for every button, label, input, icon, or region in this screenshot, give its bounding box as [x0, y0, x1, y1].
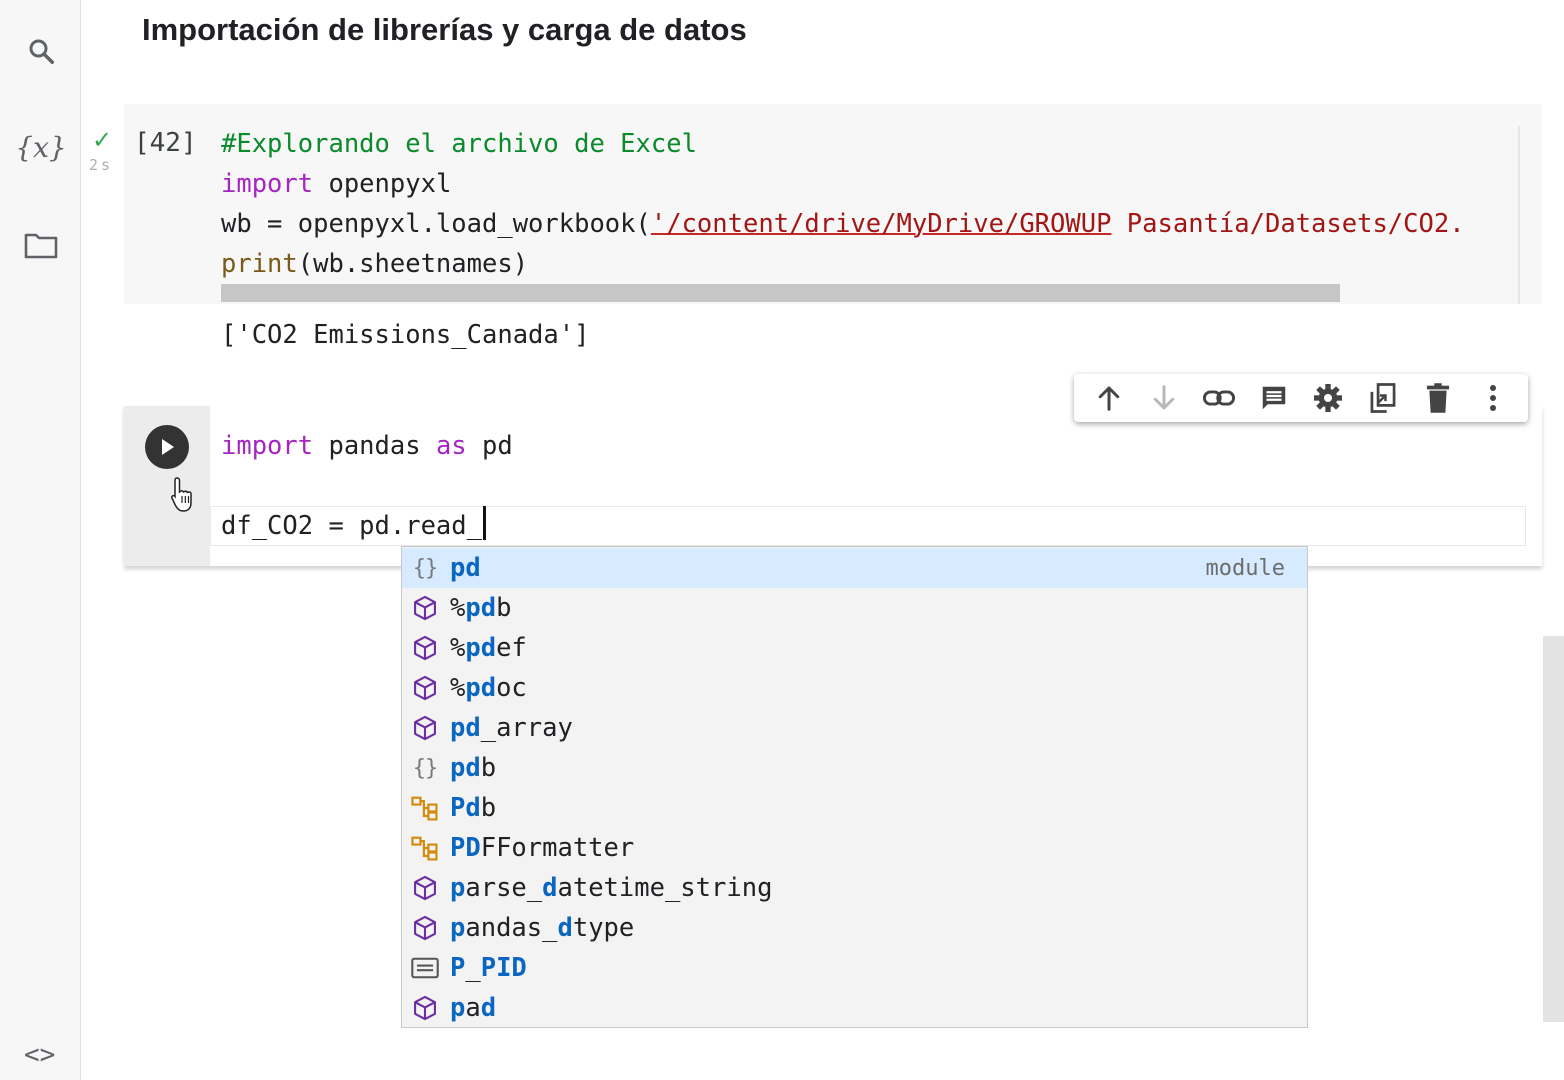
suggestion-label: pdb [450, 753, 497, 783]
method-icon [405, 708, 445, 748]
suggestion-item[interactable]: pad [402, 988, 1307, 1028]
suggestion-item[interactable]: %pdb [402, 588, 1307, 628]
suggestion-item[interactable]: {} pdb [402, 748, 1307, 788]
code-keyword: import [221, 169, 314, 199]
cell-toolbar [1074, 374, 1528, 422]
folder-icon[interactable] [20, 224, 62, 266]
suggestion-label: pad [450, 993, 497, 1023]
play-icon [162, 439, 174, 455]
section-heading: Importación de librerías y carga de dato… [142, 12, 747, 47]
code-snippets-icon[interactable]: <> [24, 1040, 55, 1070]
search-icon[interactable] [20, 30, 62, 72]
check-icon: ✓ [92, 127, 113, 154]
suggestion-item[interactable]: pd_array [402, 708, 1307, 748]
suggestion-item[interactable]: PDFFormatter [402, 828, 1307, 868]
horizontal-scrollbar[interactable] [221, 284, 1340, 302]
code-comment: #Explorando el archivo de Excel [221, 129, 697, 159]
suggestion-item[interactable]: parse_datetime_string [402, 868, 1307, 908]
constant-icon [405, 948, 445, 988]
execution-count: [42] [134, 128, 197, 158]
suggestion-label: pd [450, 553, 481, 583]
code-line-1[interactable]: #Explorando el archivo de Excel [221, 124, 697, 164]
suggestion-label: Pdb [450, 793, 497, 823]
comment-icon[interactable] [1252, 376, 1296, 420]
hand-pointer-cursor [170, 476, 196, 519]
suggestion-label: pandas_dtype [450, 913, 635, 943]
link-icon[interactable] [1197, 376, 1241, 420]
cell2-line-3[interactable]: df_CO2 = pd.read_ [221, 506, 486, 546]
suggestion-label: parse_datetime_string [450, 873, 773, 903]
suggestion-label: P_PID [450, 953, 527, 983]
run-cell-button[interactable] [145, 425, 189, 469]
method-icon [405, 908, 445, 948]
suggestion-item[interactable]: Pdb [402, 788, 1307, 828]
class-icon [405, 828, 445, 868]
code-string: Pasantía/Datasets/CO2. [1111, 209, 1465, 239]
cell-border [1518, 126, 1520, 304]
method-icon [405, 988, 445, 1028]
code-line-4[interactable]: print(wb.sheetnames) [221, 244, 528, 284]
code-keyword: as [435, 431, 467, 461]
vertical-scrollbar[interactable] [1543, 636, 1564, 1022]
code-line-2[interactable]: import openpyxl [221, 164, 451, 204]
delete-icon[interactable] [1416, 376, 1460, 420]
method-icon [405, 668, 445, 708]
settings-icon[interactable] [1306, 376, 1350, 420]
method-icon [405, 868, 445, 908]
suggestion-item[interactable]: {} pd module [402, 548, 1307, 588]
code-text: (wb.sheetnames) [297, 249, 529, 279]
code-text: pandas [313, 431, 436, 461]
move-down-icon[interactable] [1142, 376, 1186, 420]
code-text: pd [466, 431, 513, 461]
suggestion-label: %pdb [450, 593, 512, 623]
suggestion-label: PDFFormatter [450, 833, 635, 863]
cell-output: ['CO2 Emissions_Canada'] [221, 320, 590, 350]
autocomplete-popup: {} pd module %pdb %pdef %pdoc pd_array {} pdb Pdb… [401, 546, 1308, 1028]
suggestion-item[interactable]: pandas_dtype [402, 908, 1307, 948]
suggestion-item[interactable]: %pdoc [402, 668, 1307, 708]
suggestion-label: %pdef [450, 633, 527, 663]
code-string-error: '/content/drive/MyDrive/GROWUP [650, 209, 1112, 239]
left-activity-bar: {x} <> [0, 0, 81, 1080]
code-text: wb = openpyxl.load_workbook( [221, 209, 651, 239]
move-up-icon[interactable] [1087, 376, 1131, 420]
suggestion-detail: module [1205, 555, 1285, 581]
code-text: df_CO2 = pd.read_ [221, 511, 482, 541]
method-icon [405, 588, 445, 628]
class-icon [405, 788, 445, 828]
code-function: print [221, 249, 298, 279]
more-icon[interactable] [1471, 376, 1515, 420]
module-icon: {} [412, 555, 438, 581]
suggestion-label: pd_array [450, 713, 573, 743]
method-icon [405, 628, 445, 668]
cell2-line-1[interactable]: import pandas as pd [221, 426, 513, 466]
mirror-cell-icon[interactable] [1361, 376, 1405, 420]
code-text: openpyxl [313, 169, 452, 199]
text-caret [483, 506, 486, 540]
execution-time: 2s [89, 156, 114, 174]
code-keyword: import [221, 431, 314, 461]
suggestion-item[interactable]: P_PID [402, 948, 1307, 988]
suggestion-item[interactable]: %pdef [402, 628, 1307, 668]
suggestion-label: %pdoc [450, 673, 527, 703]
code-line-3[interactable]: wb = openpyxl.load_workbook('/content/dr… [221, 204, 1465, 244]
module-icon: {} [412, 755, 438, 781]
variables-icon[interactable]: {x} [15, 126, 66, 168]
